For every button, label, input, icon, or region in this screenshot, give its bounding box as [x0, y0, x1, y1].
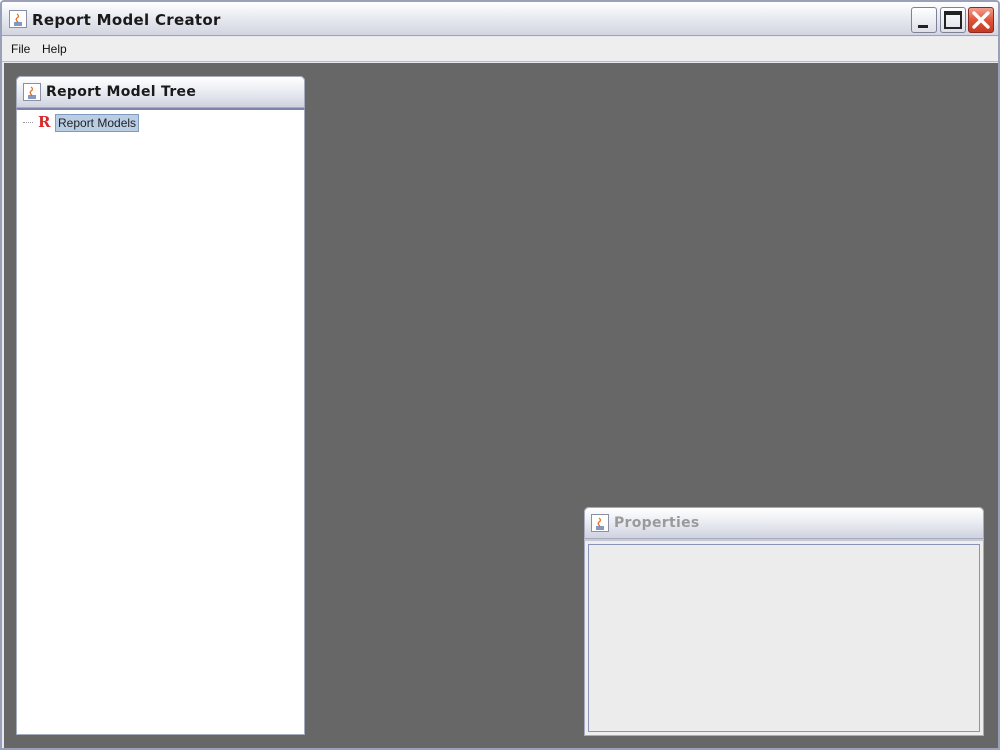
minimize-button[interactable] [911, 7, 937, 33]
java-frame-icon [23, 83, 41, 101]
tree-node-label[interactable]: Report Models [55, 114, 140, 132]
menu-file[interactable]: File [9, 42, 32, 56]
close-icon [972, 11, 990, 29]
properties-frame-title: Properties [614, 515, 700, 531]
title-bar[interactable]: Report Model Creator [2, 2, 998, 36]
report-model-tree[interactable]: R Report Models [16, 108, 305, 735]
properties-body [584, 539, 984, 736]
report-r-icon: R [38, 113, 51, 131]
app-window: Report Model Creator File Help Report Mo… [0, 0, 1000, 750]
report-model-tree-frame: Report Model Tree R Report Models [16, 76, 305, 735]
properties-frame-title-bar[interactable]: Properties [584, 507, 984, 539]
desktop-pane: Report Model Tree R Report Models Proper… [4, 63, 998, 748]
maximize-icon [944, 11, 962, 29]
menu-bar: File Help [2, 37, 998, 62]
minimize-icon [918, 25, 928, 28]
java-app-icon [9, 10, 27, 28]
properties-content-area[interactable] [588, 544, 980, 732]
tree-frame-title-bar[interactable]: Report Model Tree [16, 76, 305, 108]
properties-frame: Properties [584, 507, 984, 736]
window-title: Report Model Creator [32, 11, 221, 29]
close-button[interactable] [968, 7, 994, 33]
tree-connector-line [23, 122, 33, 123]
menu-help[interactable]: Help [40, 42, 69, 56]
java-frame-icon [591, 514, 609, 532]
tree-frame-title: Report Model Tree [46, 84, 197, 100]
maximize-button[interactable] [940, 7, 966, 33]
